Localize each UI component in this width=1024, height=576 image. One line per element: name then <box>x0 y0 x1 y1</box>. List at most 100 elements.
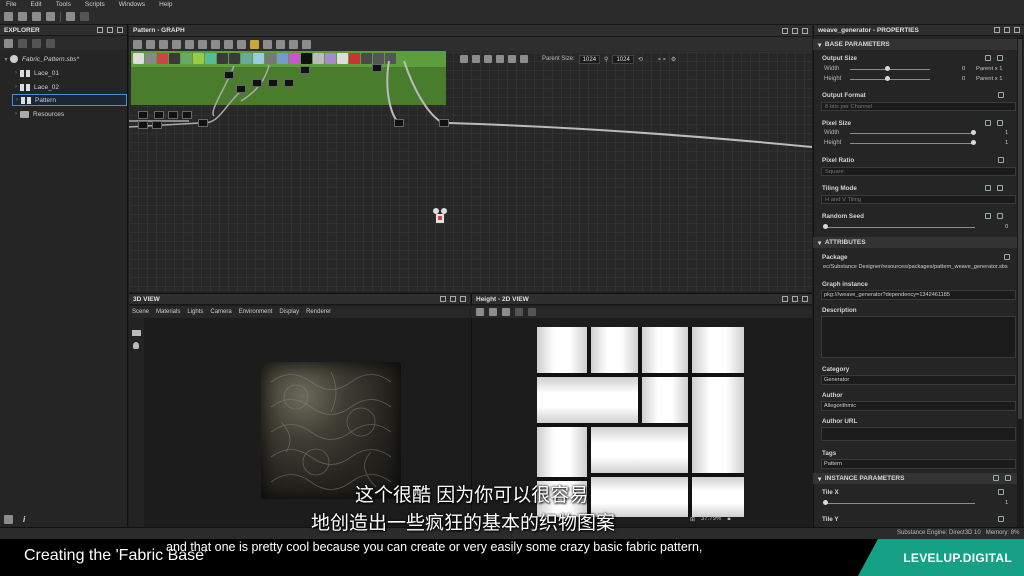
reset-param-icon[interactable] <box>998 157 1004 163</box>
slider-handle[interactable] <box>823 224 828 229</box>
3d-menu-lights[interactable]: Lights <box>187 309 203 315</box>
slider-handle[interactable] <box>971 130 976 135</box>
parent-size-height-field[interactable]: 1024 <box>612 54 634 64</box>
info-icon[interactable]: i <box>23 515 25 524</box>
sharpen-node-icon[interactable] <box>301 53 312 64</box>
preview-icon[interactable] <box>302 39 311 49</box>
save-package-icon[interactable] <box>4 38 13 48</box>
graph-node[interactable] <box>284 79 294 87</box>
base-parameters-section[interactable]: ▾ BASE PARAMETERS <box>813 39 1017 50</box>
save-icon[interactable] <box>46 12 55 21</box>
graph-node[interactable] <box>138 111 148 119</box>
fx-map-node-icon[interactable] <box>229 53 240 64</box>
node-icon[interactable] <box>237 39 246 49</box>
author-field[interactable]: Allegorithmic <box>821 401 1016 411</box>
graph-node[interactable] <box>154 111 164 119</box>
align-icon[interactable] <box>211 39 220 49</box>
transform-node-icon[interactable] <box>337 53 348 64</box>
attributes-section[interactable]: ▾ ATTRIBUTES <box>813 237 1017 248</box>
comment-icon[interactable] <box>172 39 181 49</box>
expand-icon[interactable] <box>1005 475 1011 481</box>
graph-instance-field[interactable]: pkg:///weave_generator?dependency=134246… <box>821 290 1016 300</box>
link-param-icon[interactable] <box>985 213 991 219</box>
lock-icon[interactable]: 🔒︎ <box>727 516 730 523</box>
tile-x-value[interactable]: 1 <box>1005 500 1008 506</box>
bitmap-node-icon[interactable] <box>133 53 144 64</box>
input-node-icon[interactable] <box>373 53 384 64</box>
link-icon[interactable] <box>276 39 285 49</box>
random-seed-value[interactable]: 0 <box>1005 224 1008 230</box>
shuffle-node-icon[interactable] <box>313 53 324 64</box>
pixel-width-value[interactable]: 1 <box>1005 130 1008 136</box>
uv-icon[interactable] <box>528 308 536 316</box>
link-param-icon[interactable] <box>985 185 991 191</box>
instance-parameters-section[interactable]: ▾ INSTANCE PARAMETERS <box>813 473 1017 484</box>
3d-menu-scene[interactable]: Scene <box>132 309 149 315</box>
maximize-icon[interactable] <box>792 27 798 34</box>
pixel-width-slider[interactable] <box>850 133 975 134</box>
save-image-icon[interactable] <box>476 308 484 316</box>
graph-node[interactable] <box>439 119 449 127</box>
chevron-right-icon[interactable]: › <box>12 70 20 76</box>
reset-param-icon[interactable] <box>997 185 1003 191</box>
pin-icon[interactable] <box>994 27 1000 33</box>
output-width-slider[interactable] <box>850 69 930 70</box>
zoom-level[interactable]: 37.79% <box>701 516 721 522</box>
channels-icon[interactable] <box>515 308 523 316</box>
pin-node-icon[interactable] <box>484 55 492 63</box>
presets-icon[interactable] <box>993 475 999 481</box>
screenshot-icon[interactable] <box>159 39 168 49</box>
directional-node-icon[interactable] <box>193 53 204 64</box>
link-param-icon[interactable] <box>985 55 991 61</box>
chevron-down-icon[interactable]: ▾ <box>2 56 10 63</box>
tile-x-slider[interactable] <box>825 503 975 504</box>
pin-icon[interactable] <box>97 27 103 33</box>
scrollbar-thumb[interactable] <box>1018 39 1022 419</box>
close-icon[interactable] <box>460 296 466 302</box>
curve-node-icon[interactable] <box>181 53 192 64</box>
graph-node[interactable] <box>168 111 178 119</box>
graph-node[interactable] <box>152 121 162 129</box>
3d-menu-display[interactable]: Display <box>279 309 299 315</box>
close-icon[interactable] <box>802 27 808 34</box>
tree-item-lace-01[interactable]: › Lace_01 <box>12 67 126 79</box>
copy-icon[interactable] <box>489 308 497 316</box>
warp-node-icon[interactable] <box>361 53 372 64</box>
reset-param-icon[interactable] <box>997 120 1003 126</box>
menu-tools[interactable]: Tools <box>56 1 71 8</box>
reset-icon[interactable]: ⟲ <box>638 56 643 63</box>
levels-node-icon[interactable] <box>265 53 276 64</box>
category-field[interactable]: Generator <box>821 375 1016 385</box>
tiling-mode-dropdown[interactable]: H and V Tiling <box>821 195 1016 204</box>
properties-scrollbar[interactable] <box>1017 37 1023 527</box>
menu-scripts[interactable]: Scripts <box>85 1 105 8</box>
tree-item-lace-02[interactable]: › Lace_02 <box>12 81 126 93</box>
close-icon[interactable] <box>1014 27 1020 33</box>
tree-item-resources[interactable]: › Resources <box>12 108 126 120</box>
reset-param-icon[interactable] <box>997 213 1003 219</box>
close-icon[interactable] <box>117 27 123 33</box>
pixel-ratio-dropdown[interactable]: Square <box>821 167 1016 176</box>
weave-generator-node[interactable] <box>394 119 404 127</box>
undo-icon[interactable] <box>66 12 75 21</box>
graph-node[interactable] <box>252 79 262 87</box>
info-icon[interactable] <box>185 39 194 49</box>
wrench-icon[interactable] <box>289 39 298 49</box>
new-graph-icon[interactable] <box>18 12 27 21</box>
light-icon[interactable] <box>133 342 139 349</box>
menu-help[interactable]: Help <box>159 1 172 8</box>
emboss-node-icon[interactable] <box>217 53 228 64</box>
pixel-height-slider[interactable] <box>850 143 975 144</box>
filter-icon[interactable] <box>4 515 13 524</box>
link-param-icon[interactable] <box>985 120 991 126</box>
close-icon[interactable] <box>802 296 808 302</box>
parent-size-width-field[interactable]: 1024 <box>578 54 601 64</box>
import-icon[interactable] <box>32 38 41 48</box>
blur-node-icon[interactable] <box>157 53 168 64</box>
menu-edit[interactable]: Edit <box>30 1 41 8</box>
export-icon[interactable] <box>46 38 55 48</box>
blend-node-icon[interactable] <box>145 53 156 64</box>
frame-all-icon[interactable] <box>133 39 142 49</box>
spread-icon[interactable] <box>224 39 233 49</box>
settings-icon[interactable]: ⚙ <box>671 56 676 63</box>
